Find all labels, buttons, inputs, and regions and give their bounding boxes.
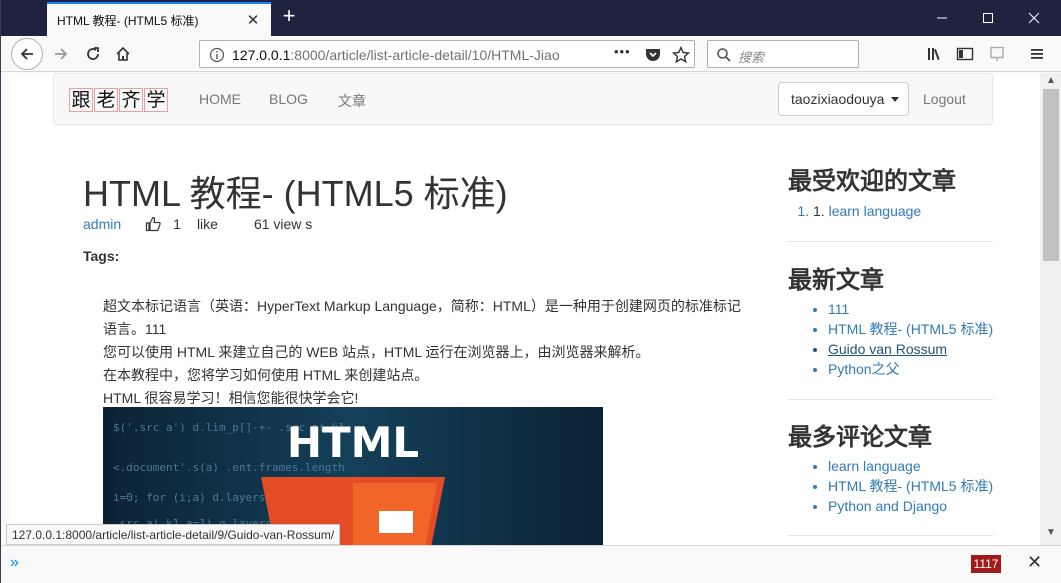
divider: [788, 535, 993, 536]
most-commented-item[interactable]: Python and Django: [828, 496, 993, 516]
library-icon: [928, 48, 940, 61]
popular-heading: 最受欢迎的文章: [788, 168, 956, 195]
minimize-button[interactable]: [919, 0, 965, 36]
article-paragraph: 在本教程中，您将学习如何使用 HTML 来创建站点。: [103, 367, 429, 383]
reader-view-icon: [990, 46, 1004, 61]
logo-char: 齐: [119, 88, 143, 112]
home-button[interactable]: [109, 40, 137, 68]
thumbs-up-icon[interactable]: [145, 216, 161, 232]
username: taozixiaodouya: [791, 91, 885, 107]
sidebar-button[interactable]: [951, 40, 979, 68]
nav-blog[interactable]: BLOG: [269, 91, 308, 107]
back-button[interactable]: [11, 38, 43, 70]
nav-article[interactable]: 文章: [338, 91, 366, 111]
divider: [788, 241, 993, 242]
tags-label: Tags:: [83, 248, 120, 264]
page-actions-icon[interactable]: •••: [614, 44, 631, 59]
info-icon[interactable]: [209, 47, 225, 63]
menu-button[interactable]: [1023, 40, 1051, 68]
latest-list: 111 HTML 教程- (HTML5 标准) Guido van Rossum…: [812, 299, 993, 379]
most-commented-item[interactable]: learn language: [828, 456, 993, 476]
scroll-down-icon[interactable]: ▼: [1046, 527, 1056, 538]
article-paragraph: 您可以使用 HTML 来建立自己的 WEB 站点，HTML 运行在浏览器上，由浏…: [103, 344, 650, 360]
tab-active[interactable]: HTML 教程- (HTML5 标准) ✕: [47, 2, 271, 36]
reload-button[interactable]: [79, 40, 107, 68]
arrow-left-icon: [20, 48, 33, 60]
tab-close-icon[interactable]: ✕: [245, 11, 261, 29]
minimize-icon: [937, 17, 947, 19]
article-title: HTML 教程- (HTML5 标准): [83, 173, 508, 214]
pocket-icon[interactable]: [644, 46, 662, 64]
most-commented-heading: 最多评论文章: [788, 424, 932, 451]
sidebar-icon: [956, 47, 974, 61]
status-url-tooltip: 127.0.0.1:8000/article/list-article-deta…: [6, 524, 341, 545]
view-count: 61 view s: [253, 216, 313, 232]
double-chevron-right-icon[interactable]: »: [10, 554, 19, 572]
browser-window: HTML 教程- (HTML5 标准) ✕ + 127.0.0.1:8000/a…: [0, 0, 1061, 583]
url-path: :8000/article/list-article-detail/10/HTM…: [290, 47, 560, 63]
title-bar: HTML 教程- (HTML5 标准) ✕ +: [1, 0, 1061, 36]
divider: [788, 399, 993, 400]
logout-link[interactable]: Logout: [923, 91, 966, 107]
vertical-scrollbar[interactable]: ▲ ▼: [1040, 73, 1061, 545]
site-navbar: 跟 老 齐 学 HOME BLOG 文章 taozixiaodouya Logo…: [53, 73, 993, 125]
logo-char: 老: [94, 88, 118, 112]
author-link[interactable]: admin: [83, 216, 121, 232]
reader-view-button[interactable]: [983, 40, 1011, 68]
latest-item[interactable]: Python之父: [828, 359, 993, 379]
forward-button[interactable]: [47, 40, 75, 68]
site-logo[interactable]: 跟 老 齐 学: [69, 88, 169, 112]
nav-toolbar: 127.0.0.1:8000/article/list-article-deta…: [1, 36, 1061, 72]
user-dropdown[interactable]: taozixiaodouya: [778, 82, 909, 116]
new-tab-button[interactable]: +: [277, 5, 301, 29]
caret-down-icon: [891, 97, 900, 103]
latest-item[interactable]: Guido van Rossum: [828, 339, 993, 359]
nav-home[interactable]: HOME: [199, 91, 241, 107]
logo-char: 跟: [69, 88, 93, 112]
latest-item[interactable]: HTML 教程- (HTML5 标准): [828, 319, 993, 339]
article-paragraph: 超文本标记语言（英语：HyperText Markup Language，简称：…: [103, 298, 741, 337]
search-icon: [717, 48, 731, 62]
bottom-toolbar: » 1117 ✕: [1, 545, 1061, 583]
article-body: 超文本标记语言（英语：HyperText Markup Language，简称：…: [103, 295, 743, 410]
logo-char: 学: [144, 88, 168, 112]
url-bar[interactable]: 127.0.0.1:8000/article/list-article-deta…: [199, 40, 695, 68]
latest-item[interactable]: 111: [828, 299, 993, 319]
popular-list: 1. learn language: [813, 201, 921, 221]
reload-icon: [87, 47, 99, 60]
library-button[interactable]: [921, 40, 949, 68]
popular-item[interactable]: 1. learn language: [813, 201, 921, 221]
bookmark-star-icon[interactable]: [672, 46, 690, 64]
close-window-button[interactable]: [1011, 0, 1057, 36]
scroll-up-icon[interactable]: ▲: [1046, 75, 1056, 86]
like-label: like: [196, 216, 218, 232]
latest-heading: 最新文章: [788, 267, 884, 294]
search-placeholder: 搜索: [738, 50, 765, 65]
like-count: 1: [173, 216, 181, 232]
image-heading: HTML: [287, 418, 419, 467]
article-meta: admin 1 like 61 view s: [83, 216, 312, 232]
maximize-button[interactable]: [965, 0, 1011, 36]
hamburger-menu-icon: [1031, 49, 1043, 59]
counter-badge[interactable]: 1117: [971, 555, 1001, 573]
close-icon: [1028, 12, 1040, 24]
search-input[interactable]: 搜索: [707, 40, 859, 68]
arrow-right-icon: [55, 48, 68, 60]
most-commented-list: learn language HTML 教程- (HTML5 标准) Pytho…: [812, 456, 993, 516]
url-text[interactable]: 127.0.0.1:8000/article/list-article-deta…: [232, 47, 580, 63]
home-icon: [116, 46, 130, 61]
scroll-thumb[interactable]: [1043, 89, 1059, 261]
close-icon[interactable]: ✕: [1027, 552, 1042, 573]
page-viewport: 跟 老 齐 学 HOME BLOG 文章 taozixiaodouya Logo…: [9, 73, 1040, 545]
most-commented-item[interactable]: HTML 教程- (HTML5 标准): [828, 476, 993, 496]
maximize-icon: [983, 13, 993, 23]
tab-title: HTML 教程- (HTML5 标准): [57, 13, 199, 28]
url-host: 127.0.0.1: [232, 47, 291, 63]
popular-item-link[interactable]: learn language: [829, 203, 922, 219]
